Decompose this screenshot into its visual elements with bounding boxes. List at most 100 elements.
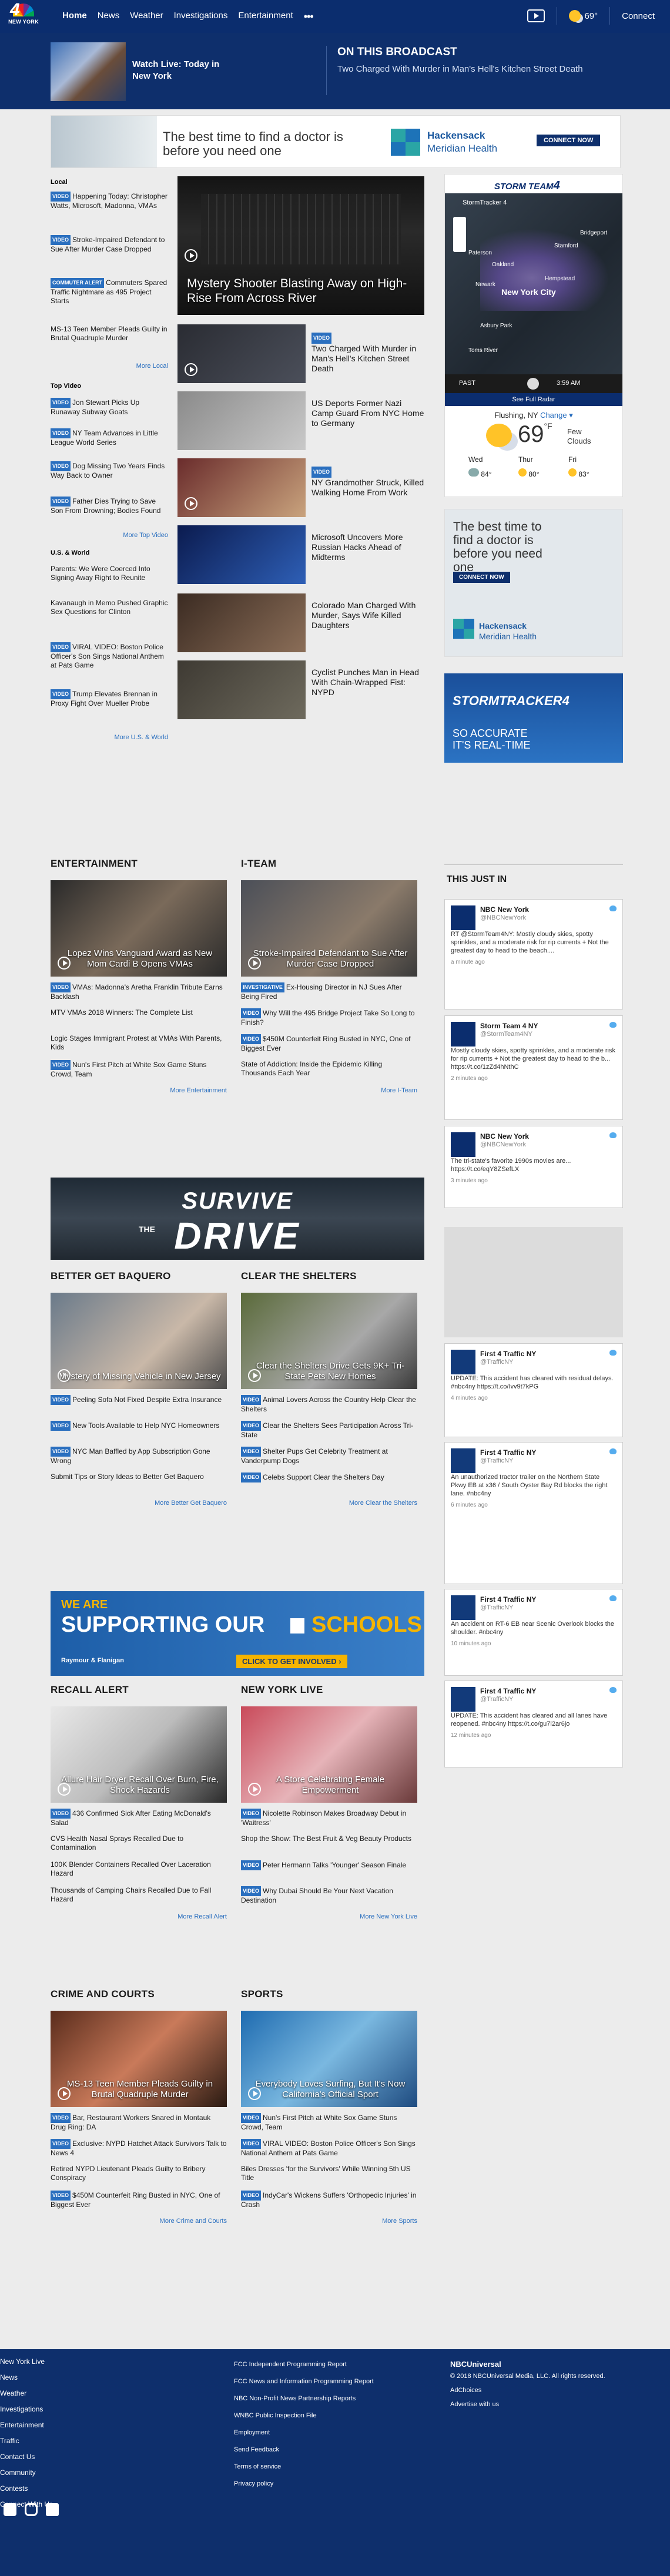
section-more-link[interactable]: More New York Live [241, 1913, 417, 1920]
footer-link[interactable]: Send Feedback [234, 2441, 374, 2458]
footer-link[interactable]: News [0, 2370, 53, 2386]
section-more-link[interactable]: More Recall Alert [51, 1913, 227, 1920]
footer-link[interactable]: Traffic [0, 2433, 53, 2449]
section-lead-thumb[interactable]: Clear the Shelters Drive Gets 9K+ Tri-St… [241, 1293, 417, 1389]
tweet-card[interactable]: First 4 Traffic NY @TrafficNY UPDATE: This… [444, 1681, 623, 1767]
footer-link[interactable]: New York Live [0, 2354, 53, 2370]
list-item[interactable]: VIDEO IndyCar's Wickens Suffers 'Orthoped… [241, 2191, 417, 2209]
forecast-day[interactable]: Wed 84° [468, 455, 504, 478]
footer-link[interactable]: Terms of service [234, 2458, 374, 2476]
instagram-icon[interactable] [25, 2503, 38, 2516]
footer-link[interactable]: Weather [0, 2386, 53, 2401]
list-item[interactable]: VIDEO Peeling Sofa Not Fixed Despite Extr… [51, 1395, 227, 1405]
section-more-link[interactable]: More Clear the Shelters [241, 1500, 417, 1507]
list-item[interactable]: VIDEO Father Dies Trying to Save Son From… [51, 497, 168, 532]
list-item[interactable]: Thousands of Camping Chairs Recalled Due… [51, 1886, 227, 1904]
story-thumb[interactable] [177, 593, 306, 652]
section-lead-thumb[interactable]: Mystery of Missing Vehicle in New Jersey [51, 1293, 227, 1389]
nav-investigations[interactable]: Investigations [174, 11, 228, 23]
list-item[interactable]: VIDEO Why Dubai Should Be Your Next Vacat… [241, 1886, 417, 1905]
list-item[interactable]: Submit Tips or Story Ideas to Better Get… [51, 1473, 227, 1481]
section-lead-thumb[interactable]: Lopez Wins Vanguard Award as New Mom Car… [51, 880, 227, 977]
list-item[interactable]: MS-13 Teen Member Pleads Guilty in Bruta… [51, 325, 168, 363]
section-lead-thumb[interactable]: Allure Hair Dryer Recall Over Burn, Fire… [51, 1706, 227, 1803]
footer-legal-item[interactable]: Advertise with us [450, 2397, 605, 2411]
story-thumb[interactable] [177, 660, 306, 719]
list-item[interactable]: Shop the Show: The Best Fruit & Veg Beau… [241, 1834, 417, 1843]
section-lead-thumb[interactable]: A Store Celebrating Female Empowerment [241, 1706, 417, 1803]
tweet-card[interactable]: Storm Team 4 NY @StormTeam4NY Mostly cloud… [444, 1015, 623, 1120]
list-item[interactable]: VIDEO Celebs Support Clear the Shelters D… [241, 1473, 417, 1482]
connect-button[interactable]: Connect [622, 11, 655, 21]
list-item[interactable]: VIDEO Nun's First Pitch at White Sox Game… [51, 1060, 227, 1079]
footer-link[interactable]: NBC Non-Profit News Partnership Reports [234, 2390, 374, 2407]
section-more-link[interactable]: More I-Team [241, 1087, 417, 1094]
list-item[interactable]: VIDEO New Tools Available to Help NYC Hom… [51, 1421, 227, 1431]
footer-link[interactable]: Privacy policy [234, 2476, 374, 2493]
nav-weather[interactable]: Weather [130, 11, 163, 23]
list-item[interactable]: VIDEO $450M Counterfeit Ring Busted in NY… [51, 2191, 227, 2209]
footer-link[interactable]: Contests [0, 2481, 53, 2497]
list-item[interactable]: VIDEO NYC Man Baffled by App Subscription… [51, 1447, 227, 1465]
broadcast-story[interactable]: Two Charged With Murder in Man's Hell's … [337, 63, 596, 75]
section-more-link[interactable]: More Crime and Courts [51, 2218, 227, 2225]
more-local-link[interactable]: More Local [51, 363, 168, 370]
list-item[interactable]: VIDEO 436 Confirmed Sick After Eating McD… [51, 1809, 227, 1827]
stormtracker-ad[interactable]: STORMTRACKER4 SO ACCURATE IT'S REAL-TIME [444, 673, 623, 763]
list-item[interactable]: Biles Dresses 'for the Survivors' While … [241, 2165, 417, 2182]
side-ad[interactable]: The best time to find a doctor is before… [444, 509, 623, 657]
list-item[interactable]: VIDEO Jon Stewart Picks Up Runaway Subway… [51, 398, 168, 428]
footer-link[interactable]: WNBC Public Inspection File [234, 2407, 374, 2424]
section-more-link[interactable]: More Entertainment [51, 1087, 227, 1094]
facebook-icon[interactable] [46, 2503, 59, 2516]
tv-live-icon[interactable] [527, 9, 545, 22]
list-item[interactable]: VIDEO Nicolette Robinson Makes Broadway D… [241, 1809, 417, 1827]
list-item[interactable]: VIDEO Shelter Pups Get Celebrity Treatmen… [241, 1447, 417, 1465]
list-item[interactable]: VIDEO $450M Counterfeit Ring Busted in NY… [241, 1034, 417, 1053]
footer-link[interactable]: FCC Independent Programming Report [234, 2356, 374, 2373]
nav-entertainment[interactable]: Entertainment [238, 11, 293, 23]
nav-weather-widget[interactable]: 69° [569, 10, 598, 22]
footer-link[interactable]: Contact Us [0, 2449, 53, 2465]
nav-news[interactable]: News [98, 11, 120, 23]
more-topvideo-link[interactable]: More Top Video [51, 532, 168, 539]
radar-map[interactable]: StormTracker 4 Bridgeport Stamford New Y… [445, 193, 622, 374]
story-thumb[interactable] [177, 458, 306, 517]
watch-live-link[interactable]: Watch Live: Today in New York [132, 59, 238, 82]
list-item[interactable]: VIDEO Nun's First Pitch at White Sox Game… [241, 2113, 417, 2132]
story-thumb[interactable] [177, 391, 306, 450]
footer-link[interactable]: FCC News and Information Programming Rep… [234, 2373, 374, 2390]
schools-banner[interactable]: WE ARE SUPPORTING OUR SCHOOLS Raymour & … [51, 1591, 424, 1676]
list-item[interactable]: CVS Health Nasal Sprays Recalled Due to … [51, 1834, 227, 1852]
list-item[interactable]: VIDEO VIRAL VIDEO: Boston Police Officer'… [241, 2139, 417, 2158]
tweet-card[interactable]: NBC New York @NBCNewYork The tri-state's f… [444, 1126, 623, 1208]
radar-play-icon[interactable] [527, 378, 539, 390]
list-item[interactable]: VIDEO Bar, Restaurant Workers Snared in M… [51, 2113, 227, 2132]
tweet-card[interactable]: First 4 Traffic NY @TrafficNY An unauthori… [444, 1442, 623, 1584]
tweet-card[interactable]: First 4 Traffic NY @TrafficNY UPDATE: This… [444, 1343, 623, 1437]
story-thumb[interactable] [177, 324, 306, 383]
list-item[interactable]: VIDEO Dog Missing Two Years Finds Way Bac… [51, 461, 168, 497]
tweet-card[interactable]: First 4 Traffic NY @TrafficNY An accident … [444, 1589, 623, 1676]
center-story[interactable]: Microsoft Uncovers More Russian Hacks Ah… [311, 532, 424, 562]
top-ad-banner[interactable]: The best time to find a doctor is before… [51, 115, 621, 168]
list-item[interactable]: VIDEO Happening Today: Christopher Watts,… [51, 192, 168, 235]
list-item[interactable]: State of Addiction: Inside the Epidemic … [241, 1060, 417, 1078]
more-menu-icon[interactable]: ••• [304, 11, 314, 23]
list-item[interactable]: Parents: We Were Coerced Into Signing Aw… [51, 565, 168, 599]
side-ad-cta[interactable]: CONNECT NOW [453, 572, 510, 583]
list-item[interactable]: VIDEO Stroke-Impaired Defendant to Sue Af… [51, 235, 168, 278]
list-item[interactable]: Kavanaugh in Memo Pushed Graphic Sex Que… [51, 599, 168, 642]
list-item[interactable]: Retired NYPD Lieutenant Pleads Guilty to… [51, 2165, 227, 2182]
list-item[interactable]: VIDEO Why Will the 495 Bridge Project Tak… [241, 1008, 417, 1027]
story-thumb[interactable] [177, 525, 306, 584]
nav-home[interactable]: Home [62, 11, 87, 23]
footer-link[interactable]: Community [0, 2465, 53, 2481]
center-story[interactable]: VIDEO NY Grandmother Struck, Killed Walki… [311, 467, 424, 498]
ad-cta-button[interactable]: CONNECT NOW [537, 135, 601, 146]
footer-link[interactable]: Investigations [0, 2401, 53, 2417]
full-radar-link[interactable]: See Full Radar [445, 393, 622, 406]
list-item[interactable]: VIDEO Trump Elevates Brennan in Proxy Fig… [51, 689, 168, 734]
lead-story-thumb[interactable]: Mystery Shooter Blasting Away on High-Ri… [177, 176, 424, 315]
section-more-link[interactable]: More Better Get Baquero [51, 1500, 227, 1507]
